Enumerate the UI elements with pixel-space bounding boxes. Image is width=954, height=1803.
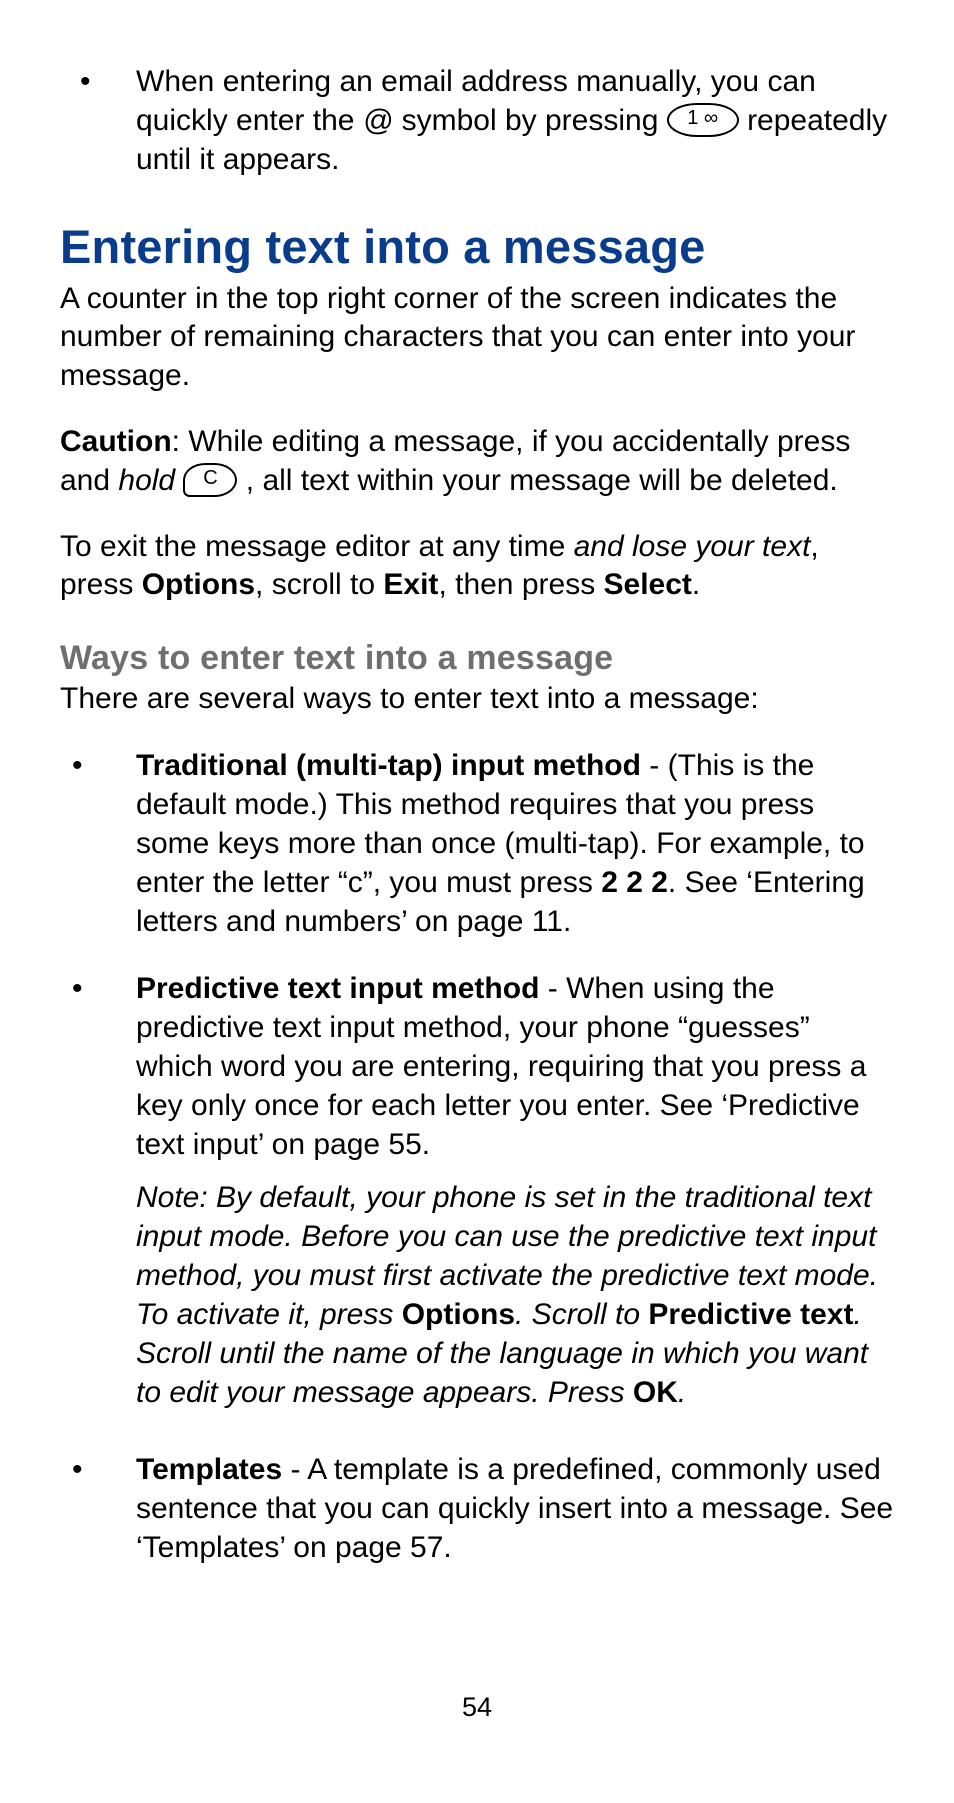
bullet-templates: • Templates - A template is a predefined…	[60, 1450, 894, 1567]
sub-intro: There are several ways to enter text int…	[60, 680, 894, 718]
bullet-email-at: • When entering an email address manuall…	[60, 62, 894, 179]
manual-page: • When entering an email address manuall…	[0, 0, 954, 1803]
traditional-title: Traditional (multi-tap) input method	[136, 749, 641, 782]
text: -	[282, 1453, 307, 1486]
options-label: Options	[142, 568, 255, 601]
text: , scroll to	[255, 568, 383, 601]
ok-label: OK	[633, 1376, 678, 1409]
caution-label: Caution	[60, 425, 172, 458]
exit-label: Exit	[383, 568, 438, 601]
text: .	[678, 1376, 686, 1409]
predictive-text-label: Predictive text	[648, 1298, 853, 1331]
text: .	[692, 568, 700, 601]
text: , then press	[438, 568, 603, 601]
bullet-predictive: • Predictive text input method - When us…	[60, 969, 894, 1438]
page-number: 54	[0, 1692, 954, 1723]
section-heading: Entering text into a message	[60, 219, 894, 274]
key-c-icon: C	[183, 463, 237, 497]
bullet-content: Predictive text input method - When usin…	[136, 969, 894, 1438]
text: -	[539, 972, 566, 1005]
text: . Scroll to	[515, 1298, 648, 1331]
key-1-icon: 1 ∞	[667, 103, 739, 137]
text: -	[641, 749, 668, 782]
paragraph-counter: A counter in the top right corner of the…	[60, 280, 894, 395]
paragraph-exit: To exit the message editor at any time a…	[60, 528, 894, 605]
bullet-dot: •	[60, 746, 136, 941]
bullet-content: When entering an email address manually,…	[136, 62, 894, 179]
paragraph-caution: Caution: While editing a message, if you…	[60, 423, 894, 500]
hold-word: hold	[118, 464, 175, 497]
predictive-title: Predictive text input method	[136, 972, 539, 1005]
bullet-traditional: • Traditional (multi-tap) input method -…	[60, 746, 894, 941]
predictive-note: Note: By default, your phone is set in t…	[136, 1178, 894, 1412]
text: , all text within your message will be d…	[237, 464, 837, 497]
bullet-dot: •	[60, 969, 136, 1438]
bullet-content: Templates - A template is a predefined, …	[136, 1450, 894, 1567]
options-label: Options	[402, 1298, 515, 1331]
bullet-dot: •	[60, 62, 136, 179]
text	[175, 464, 183, 497]
select-label: Select	[604, 568, 692, 601]
text: To exit the message editor at any time	[60, 530, 574, 563]
at-symbol: @	[363, 104, 393, 137]
templates-title: Templates	[136, 1453, 282, 1486]
keys-222: 2 2 2	[601, 866, 668, 899]
bullet-content: Traditional (multi-tap) input method - (…	[136, 746, 894, 941]
text: symbol by pressing	[393, 104, 666, 137]
italic-text: and lose your text	[574, 530, 811, 563]
bullet-dot: •	[60, 1450, 136, 1567]
sub-heading: Ways to enter text into a message	[60, 639, 894, 678]
